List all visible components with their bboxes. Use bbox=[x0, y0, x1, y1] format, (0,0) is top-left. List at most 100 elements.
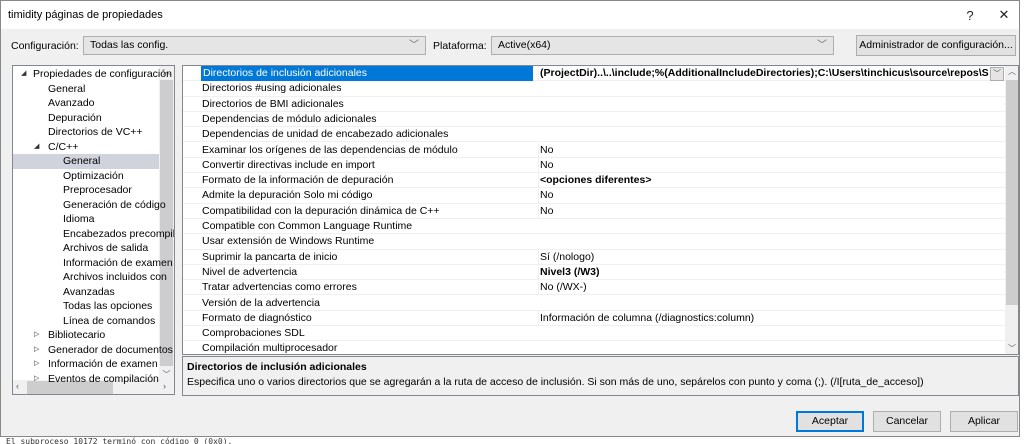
property-row[interactable]: Directorios de inclusión adicionales (Pro… bbox=[183, 66, 1005, 82]
property-grid: ︿ ﹀ ﹀ Directorios de inclusión adicional… bbox=[182, 65, 1019, 355]
tree-item-label: Información de examen bbox=[63, 256, 173, 269]
tree-item[interactable]: Generación de código bbox=[13, 198, 166, 213]
tree-item[interactable]: ▷ Información de examen bbox=[13, 357, 159, 372]
expand-icon[interactable]: ▷ bbox=[34, 357, 39, 372]
ok-button[interactable]: Aceptar bbox=[796, 411, 864, 432]
tree-item-label: Bibliotecario bbox=[48, 329, 106, 341]
tree-item[interactable]: Archivos de salida bbox=[13, 241, 159, 256]
expand-icon[interactable]: ▷ bbox=[34, 328, 39, 343]
grid-vertical-scrollbar[interactable]: ︿ ﹀ bbox=[1005, 66, 1018, 354]
property-value[interactable]: No bbox=[538, 203, 1005, 219]
tree-item[interactable]: ▷ Eventos de compilación bbox=[13, 372, 159, 387]
property-value[interactable]: No bbox=[538, 142, 1005, 158]
tree-item[interactable]: General bbox=[13, 154, 159, 169]
tree-item-label: Generación de código bbox=[63, 198, 166, 211]
tree-item[interactable]: ▷ Generador de documentos bbox=[13, 343, 173, 358]
output-window-text: El subproceso 10172 terminó con código 0… bbox=[0, 436, 1024, 444]
tree-item-label: Propiedades de configuración bbox=[33, 68, 172, 80]
tree-vertical-scrollbar[interactable]: ︿ ﹀ bbox=[159, 66, 174, 380]
property-name: Versión de la advertencia bbox=[202, 296, 320, 309]
tree-item-label: Avanzado bbox=[48, 97, 95, 109]
property-row[interactable]: Formato de la información de depuración <… bbox=[183, 173, 1005, 189]
property-value[interactable]: (ProjectDir)..\..\include;%(AdditionalIn… bbox=[538, 66, 989, 81]
tree-item[interactable]: General bbox=[13, 82, 159, 97]
property-value[interactable]: No bbox=[538, 157, 1005, 173]
tree-item[interactable]: Avanzadas bbox=[13, 285, 159, 300]
property-name: Nivel de advertencia bbox=[202, 265, 298, 278]
tree-item-label: General bbox=[48, 82, 86, 95]
property-name: Directorios #using adicionales bbox=[202, 82, 342, 95]
tree-item[interactable]: Archivos incluidos con bbox=[13, 270, 167, 285]
property-value[interactable]: <opciones diferentes> bbox=[538, 173, 1005, 189]
tree-item[interactable]: Depuración bbox=[13, 111, 159, 126]
apply-button[interactable]: Aplicar bbox=[950, 411, 1018, 432]
tree-item-label: Avanzadas bbox=[63, 285, 115, 298]
tree-item-label: Línea de comandos bbox=[63, 314, 156, 327]
tree-item-label: Encabezados precompilados bbox=[63, 227, 175, 240]
config-manager-button[interactable]: Administrador de configuración... bbox=[856, 35, 1016, 56]
property-row[interactable]: Compilación multiprocesador bbox=[183, 341, 1005, 354]
expand-icon[interactable]: ▷ bbox=[34, 343, 39, 358]
scroll-up-icon[interactable]: ︿ bbox=[1005, 66, 1018, 77]
tree-item[interactable]: Todas las opciones bbox=[13, 299, 159, 314]
tree-item-label: General bbox=[63, 155, 101, 167]
property-value[interactable]: Sí (/nologo) bbox=[538, 249, 1005, 265]
property-row[interactable]: Examinar los orígenes de las dependencia… bbox=[183, 142, 1005, 158]
collapse-icon[interactable]: ◢ bbox=[34, 140, 39, 155]
property-row[interactable]: Nivel de advertencia Nivel3 (/W3) bbox=[183, 264, 1005, 281]
property-row[interactable]: Directorios de BMI adicionales bbox=[183, 97, 1005, 112]
scroll-down-icon[interactable]: ﹀ bbox=[159, 369, 174, 380]
tree-item-label: Optimización bbox=[63, 169, 124, 182]
collapse-icon[interactable]: ◢ bbox=[21, 67, 26, 82]
property-row[interactable]: Suprimir la pancarta de inicio Sí (/nolog… bbox=[183, 249, 1005, 265]
property-row[interactable]: Admite la depuración Solo mi código No bbox=[183, 188, 1005, 204]
property-row[interactable]: Tratar advertencias como errores No (/WX-… bbox=[183, 280, 1005, 296]
scrollbar-thumb[interactable] bbox=[160, 80, 173, 366]
property-value[interactable]: No bbox=[538, 188, 1005, 204]
tree-item[interactable]: Avanzado bbox=[13, 96, 159, 111]
property-value[interactable]: Nivel3 (/W3) bbox=[538, 264, 1005, 280]
property-name: Directorios de inclusión adicionales bbox=[201, 66, 533, 81]
tree-item[interactable]: ◢ C/C++ bbox=[13, 140, 159, 155]
scrollbar-thumb[interactable] bbox=[1006, 80, 1018, 305]
tree-item-label: Idioma bbox=[63, 213, 95, 225]
property-row[interactable]: Dependencias de módulo adicionales bbox=[183, 112, 1005, 128]
tree-item[interactable]: Información de examen bbox=[13, 256, 173, 271]
scroll-right-icon[interactable]: › bbox=[163, 381, 166, 391]
property-row[interactable]: Formato de diagnóstico Información de col… bbox=[183, 310, 1005, 327]
description-panel: Directorios de inclusión adicionales Esp… bbox=[182, 356, 1019, 396]
scroll-down-icon[interactable]: ﹀ bbox=[1005, 343, 1018, 354]
property-row[interactable]: Compatible con Common Language Runtime bbox=[183, 219, 1005, 235]
tree-item[interactable]: Preprocesador bbox=[13, 183, 159, 198]
tree-item[interactable]: ▷ Bibliotecario bbox=[13, 328, 159, 343]
description-text: Especifica uno o varios directorios que … bbox=[187, 376, 924, 388]
help-button[interactable]: ? bbox=[953, 1, 987, 29]
value-dropdown-button[interactable]: ﹀ bbox=[990, 67, 1004, 81]
property-row[interactable]: Comprobaciones SDL bbox=[183, 326, 1005, 342]
close-button[interactable]: ✕ bbox=[987, 1, 1021, 29]
property-row[interactable]: Dependencias de unidad de encabezado adi… bbox=[183, 127, 1005, 143]
property-value[interactable]: Información de columna (/diagnostics:col… bbox=[538, 310, 1005, 326]
property-name: Tratar advertencias como errores bbox=[202, 281, 357, 294]
tree-item[interactable]: Idioma bbox=[13, 212, 159, 227]
property-value[interactable]: No (/WX-) bbox=[538, 280, 1005, 296]
platform-value: Active(x64) bbox=[498, 39, 551, 51]
tree-item[interactable]: Directorios de VC++ bbox=[13, 125, 159, 140]
tree-item[interactable]: ◢ Propiedades de configuración bbox=[13, 67, 172, 82]
property-row[interactable]: Directorios #using adicionales bbox=[183, 81, 1005, 97]
tree-item[interactable]: Encabezados precompilados bbox=[13, 227, 174, 242]
tree-item[interactable]: Línea de comandos bbox=[13, 314, 159, 329]
title-bar: timidity páginas de propiedades ? ✕ bbox=[1, 1, 1019, 29]
property-row[interactable]: Compatibilidad con la depuración dinámic… bbox=[183, 203, 1005, 219]
property-row[interactable]: Usar extensión de Windows Runtime bbox=[183, 234, 1005, 250]
expand-icon[interactable]: ▷ bbox=[34, 372, 39, 387]
config-select[interactable]: Todas las config. ﹀ bbox=[83, 36, 426, 55]
property-name: Usar extensión de Windows Runtime bbox=[202, 235, 375, 248]
tree-item[interactable]: Optimización bbox=[13, 169, 159, 184]
tree-item-label: Todas las opciones bbox=[63, 300, 153, 312]
cancel-button[interactable]: Cancelar bbox=[873, 411, 941, 432]
platform-select[interactable]: Active(x64) ﹀ bbox=[491, 36, 834, 55]
property-name: Convertir directivas include en import bbox=[202, 158, 375, 171]
property-row[interactable]: Convertir directivas include en import No bbox=[183, 157, 1005, 174]
property-row[interactable]: Versión de la advertencia bbox=[183, 296, 1005, 311]
